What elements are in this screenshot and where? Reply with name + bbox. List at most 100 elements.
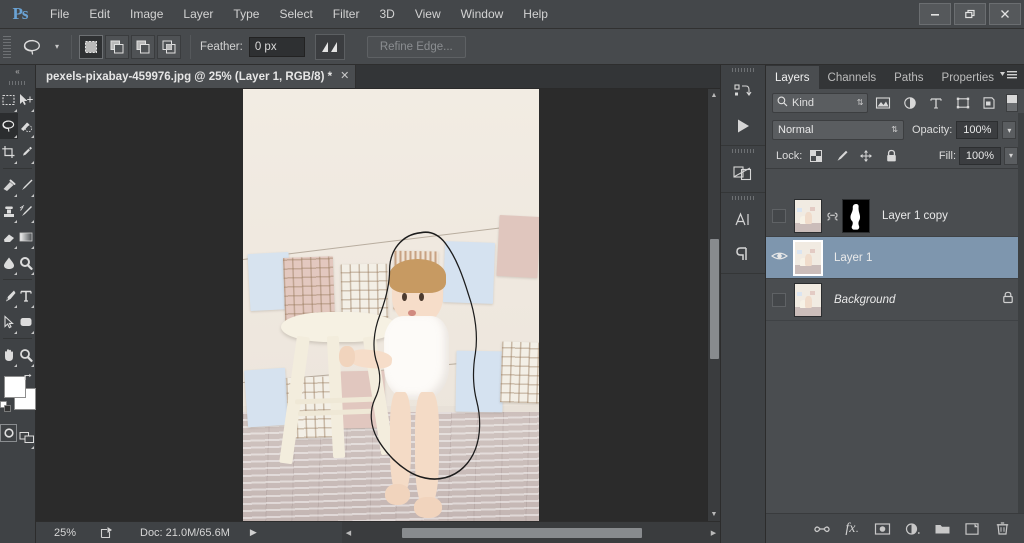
toolbar-collapse-icon[interactable]: « [0, 65, 35, 78]
hand-tool[interactable] [0, 342, 18, 368]
canvas-horizontal-scrollbar[interactable]: ◀ ▶ [342, 522, 720, 543]
menu-layer[interactable]: Layer [173, 0, 223, 29]
dock-grip[interactable] [721, 193, 765, 203]
adjustments-panel-icon[interactable] [721, 156, 765, 190]
filter-type-layers-icon[interactable] [925, 93, 949, 113]
scroll-left-icon[interactable]: ◀ [342, 522, 355, 543]
new-group-icon[interactable] [932, 518, 952, 540]
tool-preset-caret-icon[interactable]: ▾ [50, 42, 64, 51]
refine-edge-button[interactable]: Refine Edge... [366, 35, 466, 58]
artboard[interactable] [243, 89, 539, 521]
filter-pixel-layers-icon[interactable] [871, 93, 895, 113]
dodge-tool[interactable] [18, 250, 36, 276]
filter-adjustment-layers-icon[interactable] [898, 93, 922, 113]
history-brush-tool[interactable] [18, 198, 36, 224]
layer-style-fx-icon[interactable]: fx . [842, 518, 862, 540]
scroll-down-icon[interactable]: ▼ [708, 508, 720, 521]
share-icon[interactable] [94, 526, 120, 539]
clone-stamp-tool[interactable] [0, 198, 18, 224]
canvas-area[interactable]: ▲ ▼ [36, 89, 720, 521]
layer-link-icon[interactable] [825, 209, 839, 223]
new-selection-button[interactable] [79, 34, 103, 59]
filter-shape-layers-icon[interactable] [951, 93, 975, 113]
menu-3d[interactable]: 3D [369, 0, 404, 29]
character-panel-icon[interactable] [721, 203, 765, 237]
restore-button[interactable] [954, 3, 986, 25]
menu-image[interactable]: Image [120, 0, 173, 29]
add-layer-mask-icon[interactable] [872, 518, 892, 540]
tab-properties[interactable]: Properties [933, 66, 1003, 89]
lock-transparent-pixels-icon[interactable] [805, 146, 827, 166]
zoom-tool[interactable] [18, 342, 36, 368]
lasso-tool[interactable] [0, 113, 18, 139]
crop-tool[interactable] [0, 139, 18, 165]
chevron-updown-icon[interactable]: ⇅ [891, 126, 898, 134]
layer-name[interactable]: Layer 1 copy [882, 210, 948, 222]
fill-input[interactable]: 100% [959, 146, 1001, 165]
table-row[interactable]: Background [766, 279, 1024, 321]
history-panel-icon[interactable] [721, 75, 765, 109]
layer-mask-thumbnail[interactable] [842, 198, 870, 233]
table-row[interactable]: Layer 1 copy [766, 195, 1024, 237]
rectangle-tool[interactable] [18, 309, 36, 335]
fill-dropdown-icon[interactable]: ▾ [1004, 146, 1018, 165]
opacity-input[interactable]: 100% [956, 121, 999, 139]
status-expand-icon[interactable]: ▶ [250, 527, 257, 538]
layer-thumbnail[interactable] [793, 239, 823, 276]
menu-edit[interactable]: Edit [79, 0, 120, 29]
vertical-scroll-thumb[interactable] [710, 239, 719, 359]
move-tool[interactable] [18, 87, 36, 113]
close-button[interactable] [989, 3, 1021, 25]
layer-visibility-toggle[interactable] [766, 195, 792, 237]
lock-position-icon[interactable] [855, 146, 877, 166]
layer-list[interactable]: Layer 1 copy Layer 1 Background [766, 195, 1024, 513]
brush-tool[interactable] [18, 172, 36, 198]
layer-filter-kind-select[interactable]: Kind ⇅ [772, 93, 869, 113]
feather-input[interactable]: 0 px [248, 36, 305, 57]
opacity-dropdown-icon[interactable]: ▾ [1002, 121, 1017, 139]
delete-layer-icon[interactable] [992, 518, 1012, 540]
canvas-vertical-scrollbar[interactable]: ▲ ▼ [707, 89, 720, 521]
lasso-tool-icon[interactable] [16, 34, 50, 60]
anti-alias-icon[interactable] [314, 33, 345, 60]
panel-menu-icon[interactable] [1000, 70, 1018, 81]
new-layer-icon[interactable] [962, 518, 982, 540]
quick-selection-tool[interactable] [18, 113, 36, 139]
layer-visibility-toggle[interactable] [766, 279, 792, 321]
quick-mask-mode-button[interactable] [0, 424, 17, 442]
rectangular-marquee-tool[interactable] [0, 87, 18, 113]
new-adjustment-layer-icon[interactable] [902, 518, 922, 540]
menu-help[interactable]: Help [513, 0, 558, 29]
paragraph-panel-icon[interactable] [721, 237, 765, 271]
add-to-selection-button[interactable] [105, 34, 129, 59]
layer-name[interactable]: Layer 1 [834, 252, 872, 264]
default-colors-icon[interactable] [0, 400, 12, 418]
lock-image-pixels-icon[interactable] [830, 146, 852, 166]
screen-mode-button[interactable] [19, 424, 35, 450]
layers-panel-scrollbar[interactable] [1018, 113, 1024, 513]
menu-type[interactable]: Type [223, 0, 269, 29]
swap-colors-icon[interactable] [23, 372, 34, 385]
document-tab[interactable]: pexels-pixabay-459976.jpg @ 25% (Layer 1… [36, 65, 357, 88]
eyedropper-tool[interactable] [18, 139, 36, 165]
menu-window[interactable]: Window [451, 0, 514, 29]
horizontal-scroll-thumb[interactable] [402, 528, 642, 538]
intersect-with-selection-button[interactable] [157, 34, 181, 59]
layer-thumbnail[interactable] [794, 282, 822, 317]
horizontal-type-tool[interactable] [18, 283, 36, 309]
options-bar-grip[interactable] [3, 35, 11, 58]
layer-visibility-toggle[interactable] [766, 237, 792, 279]
eraser-tool[interactable] [0, 224, 18, 250]
scroll-right-icon[interactable]: ▶ [707, 522, 720, 543]
path-selection-tool[interactable] [0, 309, 18, 335]
blend-mode-select[interactable]: Normal ⇅ [772, 120, 904, 140]
actions-panel-icon[interactable] [721, 109, 765, 143]
tab-layers[interactable]: Layers [766, 66, 819, 89]
zoom-level[interactable]: 25% [36, 527, 94, 539]
subtract-from-selection-button[interactable] [131, 34, 155, 59]
tab-channels[interactable]: Channels [819, 66, 886, 89]
tab-paths[interactable]: Paths [885, 66, 932, 89]
close-icon[interactable]: ✕ [340, 71, 349, 82]
layer-name[interactable]: Background [834, 294, 895, 306]
spot-healing-brush-tool[interactable] [0, 172, 18, 198]
